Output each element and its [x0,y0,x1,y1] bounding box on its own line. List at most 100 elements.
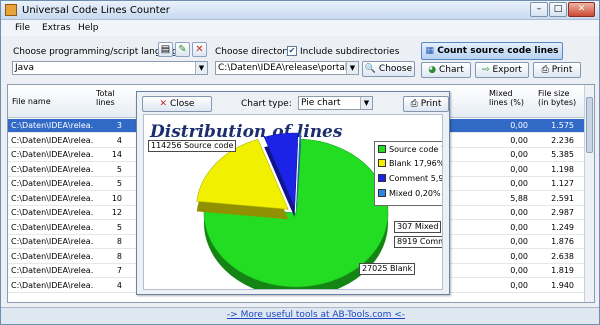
app-icon [5,4,17,16]
directory-label: Choose directory: [215,47,294,57]
cell-mixed: 0,00 [510,237,528,246]
maximize-button[interactable]: □ [549,2,567,17]
directory-input[interactable]: C:\Daten\IDEA\release\portal-jasper\s ▼ [215,61,359,75]
chart-icon: ◕ [428,65,437,75]
header-file-size[interactable]: File size (in bytes) [538,89,578,107]
close-window-button[interactable]: ✕ [568,2,595,17]
cell-file: C:\Daten\IDEA\relea... [11,208,93,217]
cell-total: 10 [111,193,122,203]
cell-size: 2.987 [551,208,574,217]
chart-legend: Source code 75,91% Blank 17,96% Comment … [374,141,443,206]
legend-label: Source code 75,91% [389,145,442,154]
dialog-print-button[interactable]: ⎙ Print [403,96,449,112]
app-window: Universal Code Lines Counter – □ ✕ File … [0,0,600,325]
menu-file[interactable]: File [15,23,30,33]
choose-directory-button[interactable]: 🔍 Choose [362,61,415,77]
legend-item-blank: Blank 17,96% [378,159,443,168]
dialog-print-label: Print [420,99,442,109]
cell-file: C:\Daten\IDEA\relea... [11,251,93,261]
cell-size: 2.236 [551,135,574,145]
export-button[interactable]: ⇨ Export [475,62,529,78]
close-icon: ✕ [159,99,168,109]
chart-button[interactable]: ◕ Chart [421,62,471,78]
legend-label: Blank 17,96% [389,159,443,168]
chevron-down-icon: ▼ [346,62,358,74]
cell-file: C:\Daten\IDEA\relea... [11,237,93,246]
export-icon: ⇨ [482,65,490,75]
chart-type-value: Pie chart [301,98,341,108]
legend-item-source: Source code 75,91% [378,145,442,154]
cell-mixed: 0,00 [510,179,528,188]
chart-dialog: ✕ Close Chart type: Pie chart ▼ ⎙ Print … [136,91,450,295]
directory-input-value: C:\Daten\IDEA\release\portal-jasper\s [218,63,358,73]
header-total-lines[interactable]: Total lines [96,89,120,107]
menu-help[interactable]: Help [78,23,99,33]
printer-icon: ⎙ [541,65,549,75]
edit-language-icon[interactable]: ✎ [175,42,190,57]
chart-area: Distribution of lines Source code 75,91%… [143,114,443,290]
table-scrollbar[interactable] [584,85,594,302]
cell-file: C:\Daten\IDEA\relea... [11,121,93,130]
menu-extras[interactable]: Extras [42,23,70,33]
status-bar: -> More useful tools at AB-Tools.com <- [1,307,599,324]
cell-size: 1.940 [551,280,574,290]
chevron-down-icon: ▼ [195,62,207,74]
new-language-icon[interactable]: ▤ [158,42,173,57]
cell-mixed: 5,88 [510,193,528,203]
legend-label: Comment 5,93% [389,174,443,183]
title-bar: Universal Code Lines Counter – □ ✕ [1,1,599,20]
language-select[interactable]: Java ▼ [12,61,208,75]
chart-title: Distribution of lines [149,122,343,142]
cell-total: 3 [116,121,122,130]
cell-file: C:\Daten\IDEA\relea... [11,280,93,290]
legend-item-comment: Comment 5,93% [378,174,443,183]
cell-file: C:\Daten\IDEA\relea... [11,164,93,174]
cell-mixed: 0,00 [510,121,528,130]
cell-size: 1.876 [551,237,574,246]
print-button[interactable]: ⎙ Print [533,62,581,78]
print-label: Print [551,65,573,75]
cell-size: 1.198 [551,164,574,174]
count-lines-button[interactable]: ▦ Count source code lines [421,42,563,60]
cell-total: 5 [116,222,122,232]
cell-total: 12 [111,208,122,217]
cell-file: C:\Daten\IDEA\relea... [11,222,93,232]
export-label: Export [492,65,522,75]
cell-mixed: 0,00 [510,266,528,275]
include-subdirectories-checkbox[interactable]: ✔ [287,46,297,56]
header-file-name[interactable]: File name [12,97,51,106]
count-lines-label: Count source code lines [437,46,559,56]
dialog-close-label: Close [169,99,195,109]
dialog-close-button[interactable]: ✕ Close [142,96,212,112]
cell-file: C:\Daten\IDEA\relea... [11,179,93,188]
cell-total: 14 [111,150,122,159]
legend-swatch [378,159,386,167]
chevron-down-icon: ▼ [360,97,372,109]
cell-size: 1.575 [551,121,574,130]
header-mixed-lines[interactable]: Mixed lines (%) [489,89,531,107]
menu-bar: File Extras Help [1,20,599,36]
cell-size: 1.249 [551,222,574,232]
include-subdirectories-label: Include subdirectories [300,47,400,57]
cell-mixed: 0,00 [510,150,528,159]
minimize-button[interactable]: – [530,2,548,17]
cell-file: C:\Daten\IDEA\relea... [11,193,93,203]
search-icon: 🔍 [364,64,377,74]
callout-mixed: 307 Mixed [394,221,442,233]
cell-total: 7 [116,266,122,275]
scrollbar-thumb[interactable] [586,97,593,153]
legend-swatch [378,145,386,153]
cell-file: C:\Daten\IDEA\relea... [11,150,93,159]
cell-mixed: 0,00 [510,208,528,217]
window-title: Universal Code Lines Counter [22,5,170,16]
delete-language-icon[interactable]: ✕ [192,42,207,57]
cell-mixed: 0,00 [510,164,528,174]
cell-size: 2.638 [551,251,574,261]
cell-file: C:\Daten\IDEA\relea... [11,135,93,145]
chart-type-select[interactable]: Pie chart ▼ [298,96,373,110]
count-icon: ▦ [425,46,435,56]
callout-source: 114256 Source code [148,140,237,152]
cell-total: 5 [116,179,122,188]
language-select-value: Java [15,63,35,73]
ab-tools-link[interactable]: -> More useful tools at AB-Tools.com <- [201,310,431,320]
